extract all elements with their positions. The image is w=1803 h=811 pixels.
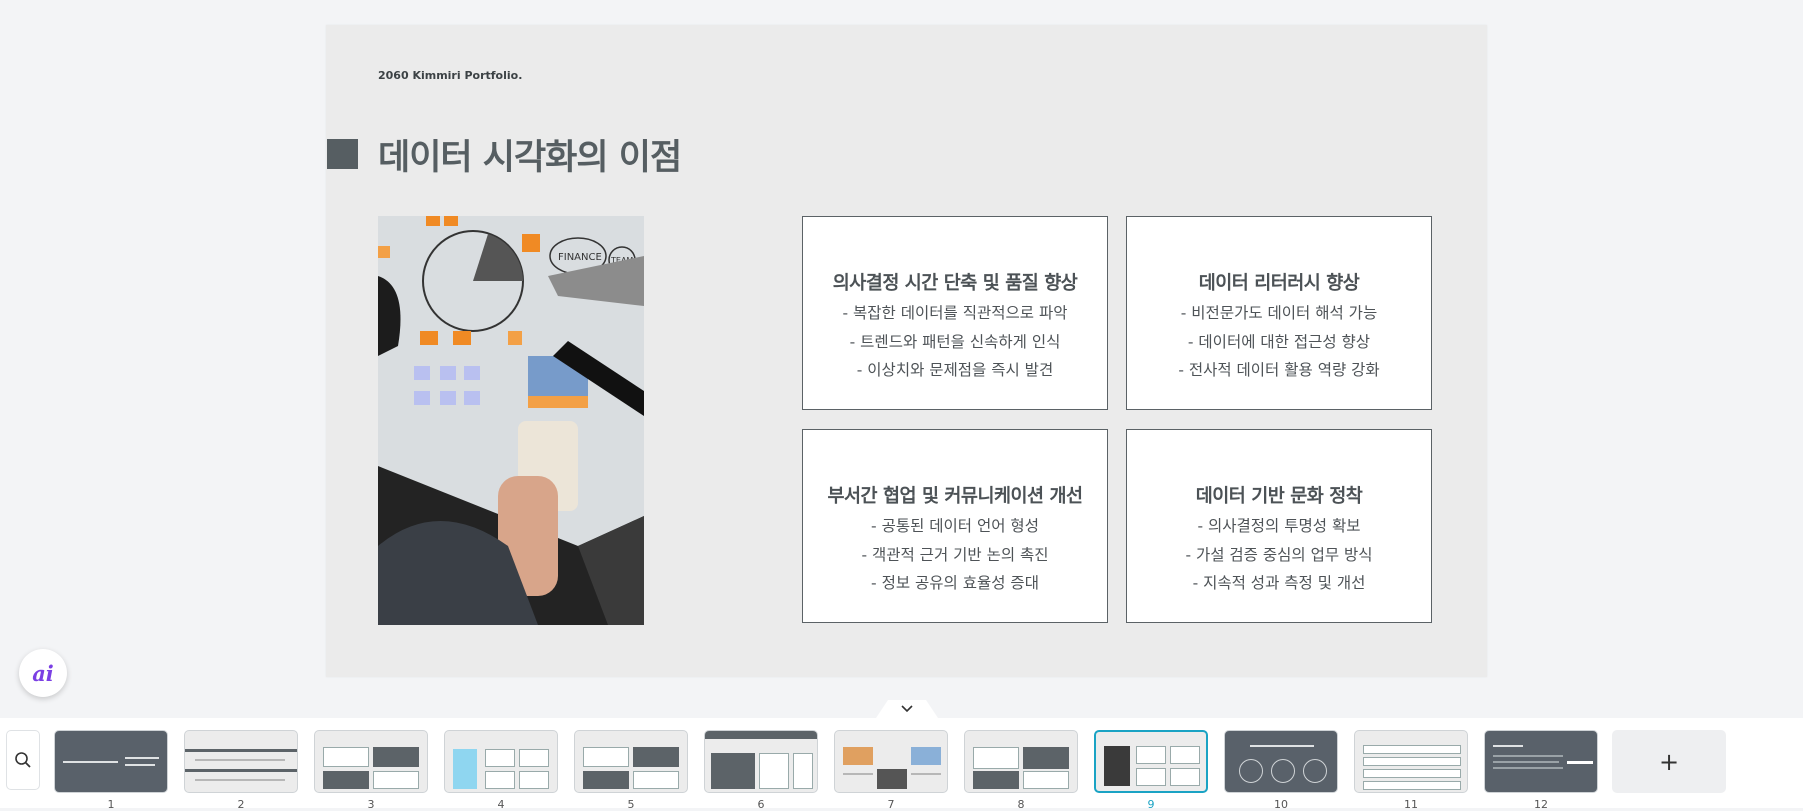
slide-thumbnail-9[interactable] [1094, 730, 1208, 793]
thumbnail-number: 10 [1274, 798, 1288, 811]
collapse-filmstrip-button[interactable] [876, 700, 938, 718]
card-line: - 이상치와 문제점을 즉시 발견 [856, 361, 1054, 379]
card-heading: 데이터 리터러시 향상 [1198, 273, 1360, 294]
thumbnail-number: 5 [627, 798, 635, 811]
thumbnail-number: 2 [237, 798, 245, 811]
benefit-card-collaboration: 부서간 협업 및 커뮤니케이션 개선 - 공통된 데이터 언어 형성 - 객관적… [802, 429, 1108, 623]
slide-thumbnail-5[interactable] [574, 730, 688, 793]
slide-header: 2060 Kimmiri Portfolio. [378, 69, 523, 82]
thumbnail-number: 12 [1534, 798, 1548, 811]
card-heading: 부서간 협업 및 커뮤니케이션 개선 [827, 486, 1083, 507]
card-line: - 객관적 근거 기반 논의 촉진 [861, 545, 1049, 564]
thumbnail-number: 7 [887, 798, 895, 811]
slide-canvas[interactable]: 2060 Kimmiri Portfolio. 데이터 시각화의 이점 FINA… [326, 25, 1487, 677]
ai-assistant-button[interactable]: ai [19, 649, 67, 697]
thumbnail-number: 6 [757, 798, 765, 811]
slide-thumbnail-6[interactable] [704, 730, 818, 793]
chevron-down-icon [901, 705, 913, 713]
filmstrip-search-button[interactable] [6, 730, 40, 790]
slide-thumbnail-2[interactable] [184, 730, 298, 793]
thumbnail-number: 9 [1147, 798, 1155, 811]
thumbnail-number: 4 [497, 798, 505, 811]
benefit-card-literacy: 데이터 리터러시 향상 - 비전문가도 데이터 해석 가능 - 데이터에 대한 … [1126, 216, 1432, 410]
slide-title: 데이터 시각화의 이점 [378, 138, 682, 178]
card-line: - 가설 검증 중심의 업무 방식 [1185, 545, 1373, 564]
card-line: - 공통된 데이터 언어 형성 [871, 517, 1039, 535]
slide-thumbnail-11[interactable] [1354, 730, 1468, 793]
thumbnail-number: 3 [367, 798, 375, 811]
thumbnail-number: 8 [1017, 798, 1025, 811]
thumbnail-number: 11 [1404, 798, 1418, 811]
slide-thumbnail-8[interactable] [964, 730, 1078, 793]
card-heading: 의사결정 시간 단축 및 품질 향상 [832, 273, 1078, 294]
search-icon [15, 752, 31, 768]
thumbnail-number: 1 [107, 798, 115, 811]
card-line: - 지속적 성과 측정 및 개선 [1192, 574, 1366, 592]
card-line: - 전사적 데이터 활용 역량 강화 [1178, 361, 1380, 379]
slide-thumbnail-3[interactable] [314, 730, 428, 793]
benefit-card-culture: 데이터 기반 문화 정착 - 의사결정의 투명성 확보 - 가설 검증 중심의 … [1126, 429, 1432, 623]
add-slide-button[interactable]: + [1612, 730, 1726, 793]
benefit-card-decision: 의사결정 시간 단축 및 품질 향상 - 복잡한 데이터를 직관적으로 파악 -… [802, 216, 1108, 410]
title-marker [327, 139, 358, 169]
card-line: - 정보 공유의 효율성 증대 [871, 574, 1039, 592]
card-line: - 의사결정의 투명성 확보 [1197, 517, 1361, 535]
slide-thumbnail-4[interactable] [444, 730, 558, 793]
slide-thumbnail-10[interactable] [1224, 730, 1338, 793]
slide-thumbnail-7[interactable] [834, 730, 948, 793]
slide-filmstrip: 1 2 3 4 5 6 7 8 9 10 11 12 + [0, 718, 1803, 811]
slide-thumbnail-12[interactable] [1484, 730, 1598, 793]
slide-thumbnail-1[interactable] [54, 730, 168, 793]
photo-label-finance: FINANCE [558, 252, 602, 263]
whiteboard-photo: FINANCE TEAM [378, 216, 644, 625]
card-line: - 복잡한 데이터를 직관적으로 파악 [842, 304, 1068, 322]
card-heading: 데이터 기반 문화 정착 [1195, 486, 1363, 507]
card-line: - 비전문가도 데이터 해석 가능 [1180, 304, 1378, 322]
card-line: - 데이터에 대한 접근성 향상 [1187, 332, 1371, 351]
card-line: - 트렌드와 패턴을 신속하게 인식 [849, 332, 1061, 351]
